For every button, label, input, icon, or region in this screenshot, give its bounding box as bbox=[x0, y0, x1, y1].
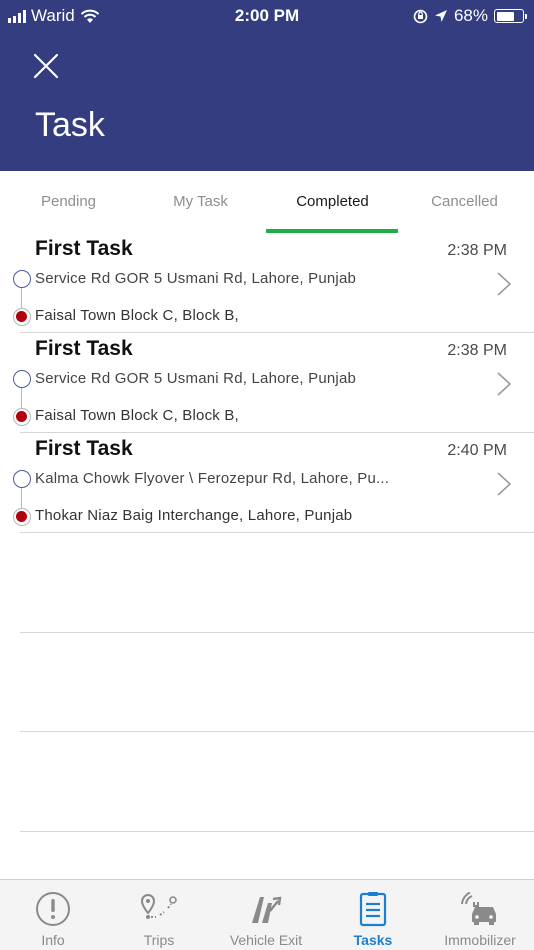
dropoff-address: Faisal Town Block C, Block B, bbox=[35, 407, 239, 424]
chevron-right-icon bbox=[497, 272, 512, 296]
task-tabs: Pending My Task Completed Cancelled bbox=[0, 171, 534, 233]
vehicle-exit-icon bbox=[246, 889, 286, 929]
pickup-address: Service Rd GOR 5 Usmani Rd, Lahore, Punj… bbox=[35, 270, 357, 287]
dropoff-marker-icon bbox=[13, 508, 31, 526]
location-arrow-icon bbox=[434, 10, 447, 22]
empty-row-divider bbox=[20, 831, 534, 832]
task-list: First Task 2:38 PM Service Rd GOR 5 Usma… bbox=[0, 233, 534, 533]
pickup-address: Kalma Chowk Flyover \ Ferozepur Rd, Laho… bbox=[35, 470, 390, 487]
dropoff-marker-icon bbox=[13, 408, 31, 426]
immobilizer-icon bbox=[460, 889, 500, 929]
row-divider bbox=[20, 532, 534, 533]
route-connector bbox=[21, 488, 22, 509]
battery-icon bbox=[494, 9, 527, 23]
nav-info[interactable]: Info bbox=[18, 880, 88, 950]
route-connector bbox=[21, 388, 22, 409]
tab-completed[interactable]: Completed bbox=[266, 171, 399, 233]
pickup-marker-icon bbox=[13, 470, 31, 488]
task-title: First Task bbox=[35, 437, 133, 460]
tasks-icon bbox=[353, 889, 393, 929]
pickup-marker-icon bbox=[13, 370, 31, 388]
nav-vehicle-exit-label: Vehicle Exit bbox=[229, 932, 303, 948]
task-row[interactable]: First Task 2:38 PM Service Rd GOR 5 Usma… bbox=[0, 333, 534, 433]
task-time: 2:38 PM bbox=[447, 242, 507, 259]
tab-cancelled[interactable]: Cancelled bbox=[398, 171, 531, 233]
dropoff-marker-icon bbox=[13, 308, 31, 326]
chevron-right-icon bbox=[497, 472, 512, 496]
status-bar: Warid 2:00 PM 68% bbox=[0, 0, 534, 32]
app-header: Warid 2:00 PM 68% Task bbox=[0, 0, 534, 171]
task-row[interactable]: First Task 2:38 PM Service Rd GOR 5 Usma… bbox=[0, 233, 534, 333]
dropoff-address: Thokar Niaz Baig Interchange, Lahore, Pu… bbox=[35, 507, 353, 524]
task-row[interactable]: First Task 2:40 PM Kalma Chowk Flyover \… bbox=[0, 433, 534, 533]
battery-fill bbox=[496, 11, 514, 21]
nav-vehicle-exit[interactable]: Vehicle Exit bbox=[220, 880, 312, 950]
task-time: 2:38 PM bbox=[447, 342, 507, 359]
route-connector bbox=[21, 288, 22, 309]
orientation-lock-icon bbox=[413, 9, 428, 23]
task-time: 2:40 PM bbox=[447, 442, 507, 459]
nav-tasks-label: Tasks bbox=[353, 932, 393, 948]
empty-row-divider bbox=[20, 731, 534, 732]
nav-tasks[interactable]: Tasks bbox=[338, 880, 408, 950]
battery-percent: 68% bbox=[453, 6, 488, 25]
pickup-marker-icon bbox=[13, 270, 31, 288]
nav-trips-label: Trips bbox=[143, 932, 175, 948]
trips-route-icon bbox=[139, 889, 179, 929]
nav-immobilizer-label: Immobilizer bbox=[444, 932, 516, 948]
chevron-right-icon bbox=[497, 372, 512, 396]
nav-immobilizer[interactable]: Immobilizer bbox=[432, 880, 528, 950]
dropoff-address: Faisal Town Block C, Block B, bbox=[35, 307, 239, 324]
task-title: First Task bbox=[35, 337, 133, 360]
info-icon bbox=[33, 889, 73, 929]
bottom-tab-bar: Info Trips Vehicle Exit Tasks Immobilize… bbox=[0, 879, 534, 950]
empty-row-divider bbox=[20, 632, 534, 633]
nav-info-label: Info bbox=[41, 932, 65, 948]
nav-trips[interactable]: Trips bbox=[124, 880, 194, 950]
tab-my-task[interactable]: My Task bbox=[134, 171, 267, 233]
task-title: First Task bbox=[35, 237, 133, 260]
pickup-address: Service Rd GOR 5 Usmani Rd, Lahore, Punj… bbox=[35, 370, 357, 387]
status-right: 68% bbox=[413, 6, 527, 26]
tab-pending[interactable]: Pending bbox=[2, 171, 135, 233]
page-title: Task bbox=[35, 106, 105, 144]
close-icon[interactable] bbox=[30, 50, 62, 82]
